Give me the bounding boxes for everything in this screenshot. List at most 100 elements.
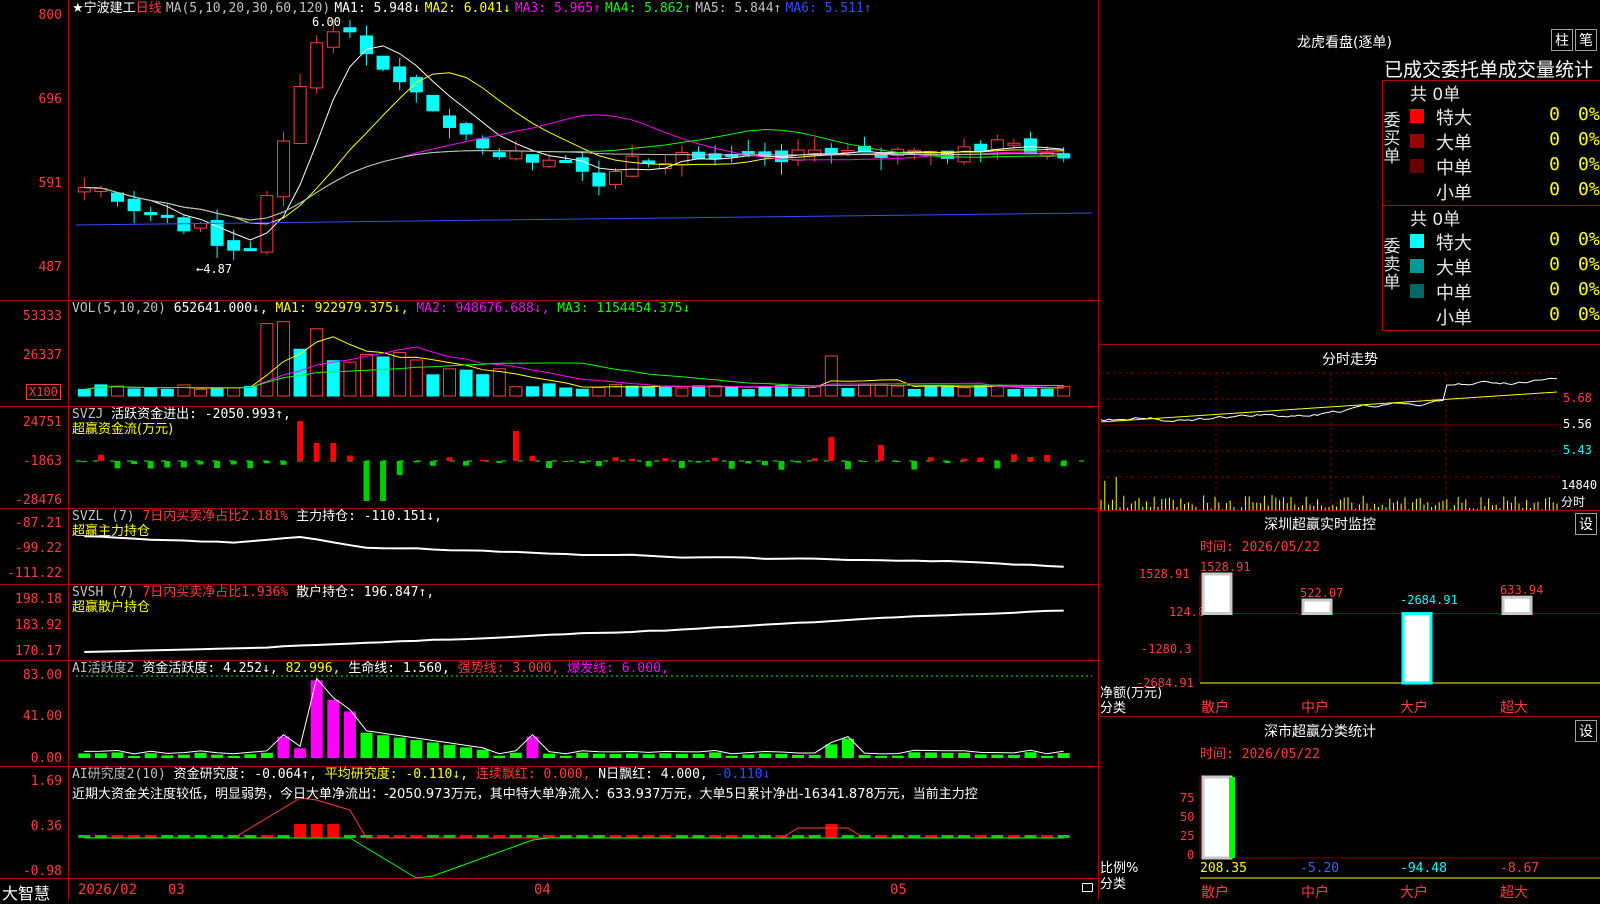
activity-bar — [360, 732, 373, 758]
buy-row-small[interactable]: 小单 0 0% — [1410, 179, 1600, 204]
activity-bar — [244, 754, 257, 758]
classify-settings-button[interactable]: 设 — [1575, 720, 1597, 742]
ma1-value: MA1: 5.948↓ — [334, 1, 421, 16]
main-ytick-487: 487 — [38, 260, 62, 275]
svzj-subtitle: 超赢资金流(万元) — [72, 422, 174, 437]
buy-row-large[interactable]: 大单 0 0% — [1410, 129, 1600, 154]
svzj-bar — [280, 461, 287, 465]
svzl-ytick-2: -99.22 — [15, 541, 62, 556]
volume-bar — [177, 384, 191, 397]
sell-row-medium[interactable]: 中单 0 0% — [1410, 279, 1600, 304]
svzj-bar — [97, 454, 104, 461]
svzj-bar — [579, 461, 586, 464]
buy-row-xl[interactable]: 特大 0 0% — [1410, 104, 1600, 129]
sell-row-xl[interactable]: 特大 0 0% — [1410, 229, 1600, 254]
activity-bar — [875, 755, 888, 758]
research-bar — [310, 824, 323, 838]
volume-bar — [1040, 388, 1054, 397]
candle-body — [542, 159, 556, 168]
svzj-bar — [894, 461, 901, 462]
period-label[interactable]: 日线 — [136, 1, 162, 16]
volume-bar — [210, 387, 224, 397]
candle-body — [592, 172, 606, 187]
svzj-bar — [546, 461, 553, 469]
bar-mode-button[interactable]: 柱 — [1551, 29, 1573, 51]
svzj-bar — [961, 458, 968, 461]
ai-research-commentary: 近期大资金关注度较低，明显弱势，今日大单净流出：-2050.973万元，其中特大… — [72, 787, 978, 802]
activity-bar — [709, 752, 722, 758]
svzj-bar — [313, 443, 320, 461]
activity-bar — [808, 754, 821, 758]
sell-row-small[interactable]: 小单 0 0% — [1410, 304, 1600, 329]
watch-star-icon[interactable]: ★ — [72, 1, 84, 16]
svzj-bar — [214, 461, 221, 468]
svzj-bar — [512, 431, 519, 461]
activity-bar — [227, 755, 240, 758]
volume-bar — [409, 359, 423, 397]
activity-bar — [958, 752, 971, 758]
activity-bar — [493, 755, 506, 758]
main-header: ★宁波建工日线 MA(5,10,20,30,60,120) MA1: 5.948… — [72, 1, 872, 17]
svzj-bar — [429, 461, 436, 466]
stock-name[interactable]: 宁波建工 — [84, 1, 136, 16]
svzj-bar — [595, 461, 602, 467]
vol-ma3-line — [84, 362, 1064, 390]
candle-body — [974, 143, 988, 151]
ma6-value: MA6: 5.511↑ — [785, 1, 872, 16]
activity-bar — [1041, 755, 1054, 758]
svzj-bar — [562, 461, 569, 462]
svzj-bar — [81, 461, 88, 462]
volume-bar — [426, 374, 440, 397]
svzj-bar — [413, 461, 420, 463]
activity-bar — [161, 755, 174, 758]
vol-header: VOL(5,10,20) 652641.000↓, MA1: 922979.37… — [72, 301, 691, 316]
volume-bar — [443, 368, 456, 397]
candle-body — [1007, 142, 1021, 146]
monitor-ytick-3: -1280.3 — [1141, 642, 1192, 656]
svsh-subtitle: 超赢散户持仓 — [72, 600, 151, 615]
activity-bar — [908, 752, 921, 758]
volume-bar — [77, 388, 91, 397]
research-bar — [294, 824, 307, 838]
volume-bar — [492, 368, 506, 397]
volume-bar — [1024, 388, 1037, 397]
candle-body — [492, 152, 506, 158]
lock-icon[interactable] — [1082, 883, 1093, 892]
sell-row-large[interactable]: 大单 0 0% — [1410, 254, 1600, 279]
research-green-line — [84, 837, 1064, 879]
date-axis-label-2: 04 — [534, 882, 551, 898]
activity-bar — [426, 742, 439, 758]
volume-bar — [841, 388, 855, 397]
classify-title: 深市超赢分类统计 — [1264, 724, 1376, 740]
candle-body — [293, 85, 307, 145]
volume-bar — [907, 388, 921, 397]
svzj-bar — [380, 461, 387, 501]
candle-body — [243, 248, 257, 252]
candle-body — [177, 217, 191, 232]
activity-bar — [841, 738, 854, 758]
activity-bar — [294, 748, 307, 758]
volume-bar — [194, 388, 207, 397]
activity-bar — [775, 753, 788, 758]
intraday-price-tick-1: 5.68 — [1563, 391, 1592, 405]
activity-bar — [659, 753, 672, 758]
volume-bar — [741, 389, 755, 397]
svzj-ytick-2: -1863 — [22, 454, 62, 469]
kline-chart-area[interactable]: ★宁波建工日线 MA(5,10,20,30,60,120) MA1: 5.948… — [0, 0, 1100, 903]
svzj-bar — [695, 461, 702, 463]
svzj-bar — [1044, 454, 1051, 461]
sell-small-swatch — [1410, 309, 1424, 323]
activity-bar — [476, 749, 489, 758]
monitor-settings-button[interactable]: 设 — [1575, 513, 1597, 535]
sell-orders-label: 委卖单 — [1383, 237, 1401, 293]
activity-bar — [260, 752, 273, 758]
svsh-header: SVSH (7) 7日内买卖净占比1.936% 散户持仓: 196.847↑, — [72, 585, 435, 600]
volume-bar — [874, 383, 888, 397]
volume-bar — [476, 374, 490, 397]
monitor-cat-mid: 中户 — [1301, 700, 1329, 716]
buy-row-medium[interactable]: 中单 0 0% — [1410, 154, 1600, 179]
pen-mode-button[interactable]: 笔 — [1575, 29, 1597, 51]
activity-bar — [144, 753, 157, 758]
candle-body — [526, 154, 539, 163]
svzj-bar — [828, 437, 835, 461]
